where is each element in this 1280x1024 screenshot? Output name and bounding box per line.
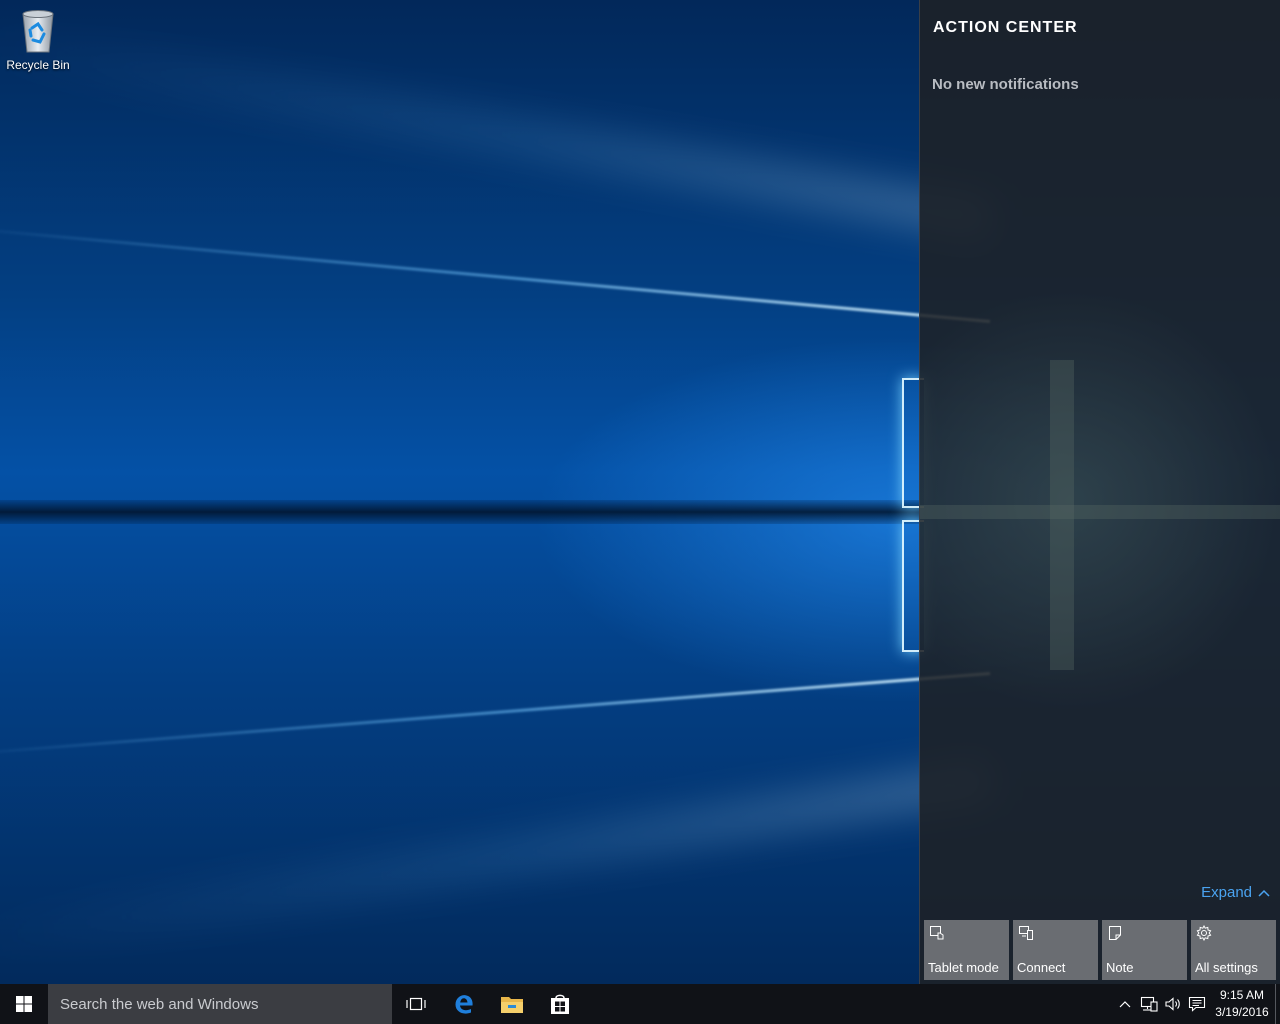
volume-icon bbox=[1165, 997, 1180, 1011]
quick-actions: Tablet mode Connect Note All settings bbox=[924, 920, 1276, 980]
quick-action-label: All settings bbox=[1195, 960, 1258, 975]
network-button[interactable] bbox=[1137, 984, 1161, 1024]
search-placeholder: Search the web and Windows bbox=[60, 995, 259, 1013]
quick-action-note[interactable]: Note bbox=[1102, 920, 1187, 980]
quick-action-connect[interactable]: Connect bbox=[1013, 920, 1098, 980]
quick-action-label: Note bbox=[1106, 960, 1134, 975]
action-center-button[interactable] bbox=[1185, 984, 1209, 1024]
windows-logo-icon bbox=[16, 996, 32, 1012]
desktop-icon-label: Recycle Bin bbox=[6, 58, 70, 72]
gear-icon bbox=[1196, 925, 1212, 941]
system-tray: 9:15 AM 3/19/2016 bbox=[1113, 984, 1280, 1024]
action-center-title: ACTION CENTER bbox=[933, 19, 1078, 36]
expand-button[interactable]: Expand bbox=[1201, 884, 1270, 901]
task-view-icon bbox=[406, 997, 426, 1011]
taskbar-search-box[interactable]: Search the web and Windows bbox=[48, 984, 392, 1024]
quick-action-tablet-mode[interactable]: Tablet mode bbox=[924, 920, 1009, 980]
taskbar-file-explorer[interactable] bbox=[488, 984, 536, 1024]
wallpaper-glow bbox=[0, 17, 994, 240]
wallpaper-shadow-band bbox=[0, 500, 920, 524]
edge-icon bbox=[455, 995, 473, 1014]
backdrop-reflection bbox=[1050, 360, 1074, 670]
backdrop-reflection bbox=[920, 505, 1280, 519]
taskbar: Search the web and Windows 9:15 AM 3/19/… bbox=[0, 984, 1280, 1024]
chevron-up-icon bbox=[1119, 1001, 1131, 1008]
quick-action-label: Tablet mode bbox=[928, 960, 999, 975]
store-icon bbox=[551, 994, 569, 1014]
connect-icon bbox=[1019, 926, 1033, 940]
action-center-backdrop bbox=[920, 0, 1280, 984]
note-icon bbox=[1109, 926, 1121, 940]
action-center-icon bbox=[1188, 996, 1206, 1012]
show-hidden-icons-button[interactable] bbox=[1113, 984, 1137, 1024]
taskbar-edge[interactable] bbox=[440, 984, 488, 1024]
clock-time: 9:15 AM bbox=[1219, 988, 1265, 1002]
taskbar-clock[interactable]: 9:15 AM 3/19/2016 bbox=[1211, 987, 1273, 1021]
clock-date: 3/19/2016 bbox=[1215, 1005, 1269, 1019]
network-icon bbox=[1140, 996, 1158, 1012]
taskbar-store[interactable] bbox=[536, 984, 584, 1024]
wallpaper-light-beam bbox=[0, 224, 991, 323]
file-explorer-icon bbox=[501, 997, 523, 1013]
action-center-panel: ACTION CENTER No new notifications Expan… bbox=[919, 0, 1280, 984]
wallpaper-light-beam bbox=[0, 672, 991, 758]
volume-button[interactable] bbox=[1161, 984, 1185, 1024]
chevron-up-icon bbox=[1258, 889, 1270, 897]
expand-label: Expand bbox=[1201, 884, 1252, 901]
show-desktop-button[interactable] bbox=[1275, 984, 1280, 1024]
taskbar-task-view[interactable] bbox=[392, 984, 440, 1024]
recycle-bin-icon bbox=[22, 10, 54, 53]
tablet-mode-icon bbox=[930, 926, 944, 940]
start-button[interactable] bbox=[0, 984, 48, 1024]
quick-action-all-settings[interactable]: All settings bbox=[1191, 920, 1276, 980]
wallpaper-glow bbox=[0, 760, 994, 965]
screen: Recycle Bin ACTION CENTER No new notific… bbox=[0, 0, 1280, 1024]
no-notifications-message: No new notifications bbox=[932, 76, 1079, 93]
desktop-icon-recycle-bin[interactable]: Recycle Bin bbox=[4, 6, 72, 76]
quick-action-label: Connect bbox=[1017, 960, 1066, 975]
